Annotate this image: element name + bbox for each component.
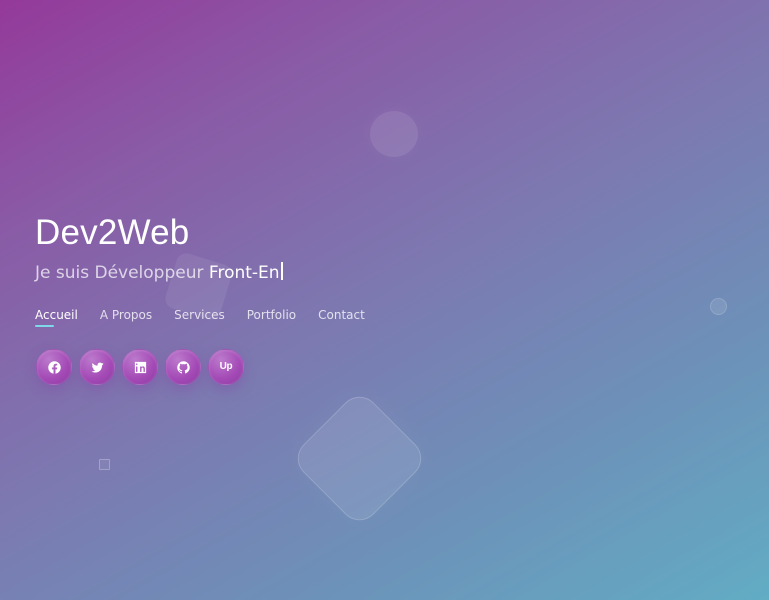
nav-link-services[interactable]: Services (174, 307, 225, 323)
twitter-icon (91, 362, 104, 372)
facebook-button[interactable] (36, 349, 72, 385)
nav-link-accueil[interactable]: Accueil (35, 307, 78, 327)
hero-section: Dev2Web Je suis Développeur Front-En Acc… (35, 210, 475, 385)
background-diamond-shape (289, 388, 430, 529)
main-navigation: Accueil A Propos Services Portfolio Cont… (35, 307, 365, 327)
facebook-icon (47, 360, 61, 374)
typed-subtitle: Je suis Développeur Front-En (35, 261, 475, 285)
social-links: Up (36, 349, 244, 385)
linkedin-button[interactable] (122, 349, 158, 385)
background-small-circle-shape (710, 298, 727, 315)
github-icon (176, 360, 190, 373)
typing-caret (280, 262, 283, 280)
nav-link-contact[interactable]: Contact (318, 307, 365, 323)
github-button[interactable] (165, 349, 201, 385)
twitter-button[interactable] (79, 349, 115, 385)
background-circle-shape (370, 111, 418, 157)
nav-link-portfolio[interactable]: Portfolio (247, 307, 296, 323)
subtitle-prefix: Je suis Développeur (35, 263, 204, 283)
brand-title: Dev2Web (35, 213, 190, 252)
nav-link-a-propos[interactable]: A Propos (100, 307, 152, 323)
linkedin-icon (134, 361, 146, 373)
upwork-button[interactable]: Up (208, 349, 244, 385)
typed-text: Front-En (208, 263, 280, 283)
background-tiny-square-shape (99, 459, 110, 470)
upwork-icon: Up (219, 361, 233, 372)
